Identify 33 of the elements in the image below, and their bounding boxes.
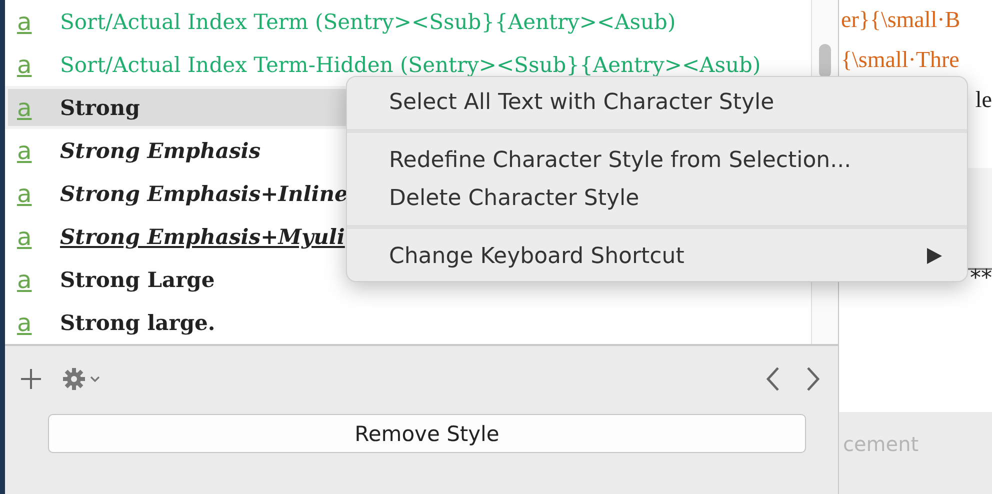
menu-item-label: Redefine Character Style from Selection... — [389, 148, 852, 172]
document-text: {\small·Thre — [841, 46, 960, 74]
style-name: Sort/Actual Index Term-Hidden (Sentry><Ssub}{Aentry><Asub) — [60, 52, 761, 76]
style-name: Sort/Actual Index Term (Sentry><Ssub}{Aentry><Asub) — [60, 10, 676, 34]
document-text: le — [975, 86, 992, 114]
character-style-icon: a — [17, 222, 60, 252]
scroll-thumb[interactable] — [819, 44, 831, 78]
document-text: ** — [970, 266, 992, 291]
character-style-icon: a — [17, 178, 60, 208]
character-style-icon: a — [17, 136, 60, 166]
style-name: Strong Emphasis+Inline — [60, 181, 348, 206]
document-text: er}{\small·B — [841, 6, 962, 34]
style-name: Strong Large — [60, 267, 215, 292]
add-icon[interactable] — [19, 367, 43, 391]
submenu-arrow-icon — [925, 247, 943, 265]
menu-item-label: Select All Text with Character Style — [389, 90, 774, 114]
character-style-icon: a — [17, 264, 60, 294]
menu-item[interactable]: Delete Character Style — [347, 179, 967, 217]
menu-item-label: Delete Character Style — [389, 186, 640, 210]
style-name: Strong — [60, 95, 140, 120]
character-style-icon: a — [17, 6, 60, 36]
style-name: Strong large. — [60, 310, 216, 335]
menu-item-label: Change Keyboard Shortcut — [389, 244, 684, 268]
style-name: Strong Emphasis+Myuli — [60, 224, 345, 249]
menu-item[interactable]: Change Keyboard Shortcut — [347, 237, 967, 275]
character-style-icon: a — [17, 308, 60, 338]
remove-style-button[interactable]: Remove Style — [48, 414, 806, 453]
menu-item[interactable]: Redefine Character Style from Selection... — [347, 141, 967, 179]
style-name: Strong Emphasis — [60, 138, 261, 163]
style-row[interactable]: a Strong large. — [5, 301, 811, 344]
menu-item[interactable]: Select All Text with Character Style — [347, 83, 967, 121]
character-style-icon: a — [17, 92, 60, 122]
character-style-icon: a — [17, 50, 60, 80]
